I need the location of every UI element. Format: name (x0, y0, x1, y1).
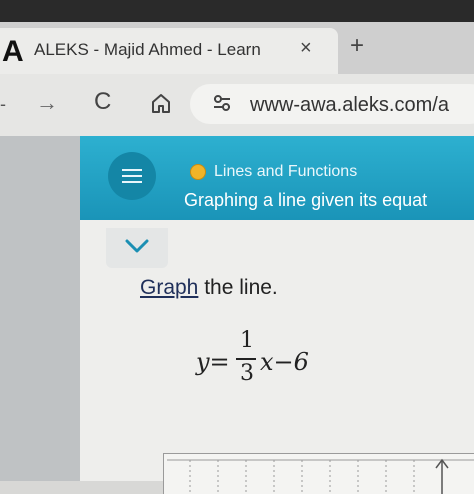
home-icon[interactable] (150, 92, 172, 114)
graph-area[interactable] (163, 453, 474, 494)
menu-button[interactable] (108, 152, 156, 200)
reload-button[interactable]: C (94, 88, 111, 116)
graph-grid (167, 458, 474, 494)
browser-tab[interactable]: A ALEKS - Majid Ahmed - Learn × (0, 28, 338, 74)
collapse-toggle[interactable] (106, 228, 168, 268)
aleks-favicon-icon: A (2, 35, 24, 68)
hamburger-icon (122, 175, 142, 177)
tune-icon[interactable] (212, 94, 232, 112)
window-top-strip (0, 0, 474, 22)
tab-bar: A ALEKS - Majid Ahmed - Learn × + (0, 22, 474, 74)
fraction-denominator: 3 (240, 361, 254, 386)
url-text: www-awa.aleks.com/a (250, 94, 449, 116)
problem-title: Graphing a line given its equat (184, 190, 428, 210)
back-button[interactable]: - (0, 94, 6, 115)
topic-label: Lines and Functions (214, 163, 358, 180)
new-tab-button[interactable]: + (350, 32, 364, 60)
forward-button[interactable]: → (36, 90, 58, 116)
navigation-bar: - → C www-awa.aleks.com/a (0, 74, 474, 136)
graph-help-link[interactable]: Graph (140, 276, 198, 299)
hamburger-icon (122, 181, 142, 183)
left-panel (0, 136, 80, 481)
topic-status-dot (190, 164, 206, 180)
tab-title: ALEKS - Majid Ahmed - Learn (34, 40, 261, 59)
fraction-numerator: 1 (240, 328, 254, 353)
instruction-text: Graph the line. (140, 276, 278, 300)
fraction-bar (236, 358, 256, 360)
equation-rhs: x−6 (260, 348, 309, 376)
equation-lhs: y= (196, 348, 230, 376)
hamburger-icon (122, 169, 142, 171)
address-bar[interactable]: www-awa.aleks.com/a (190, 84, 474, 124)
close-tab-icon[interactable]: × (300, 37, 312, 60)
instruction-rest: the line. (198, 276, 278, 299)
chevron-down-icon (124, 238, 150, 254)
